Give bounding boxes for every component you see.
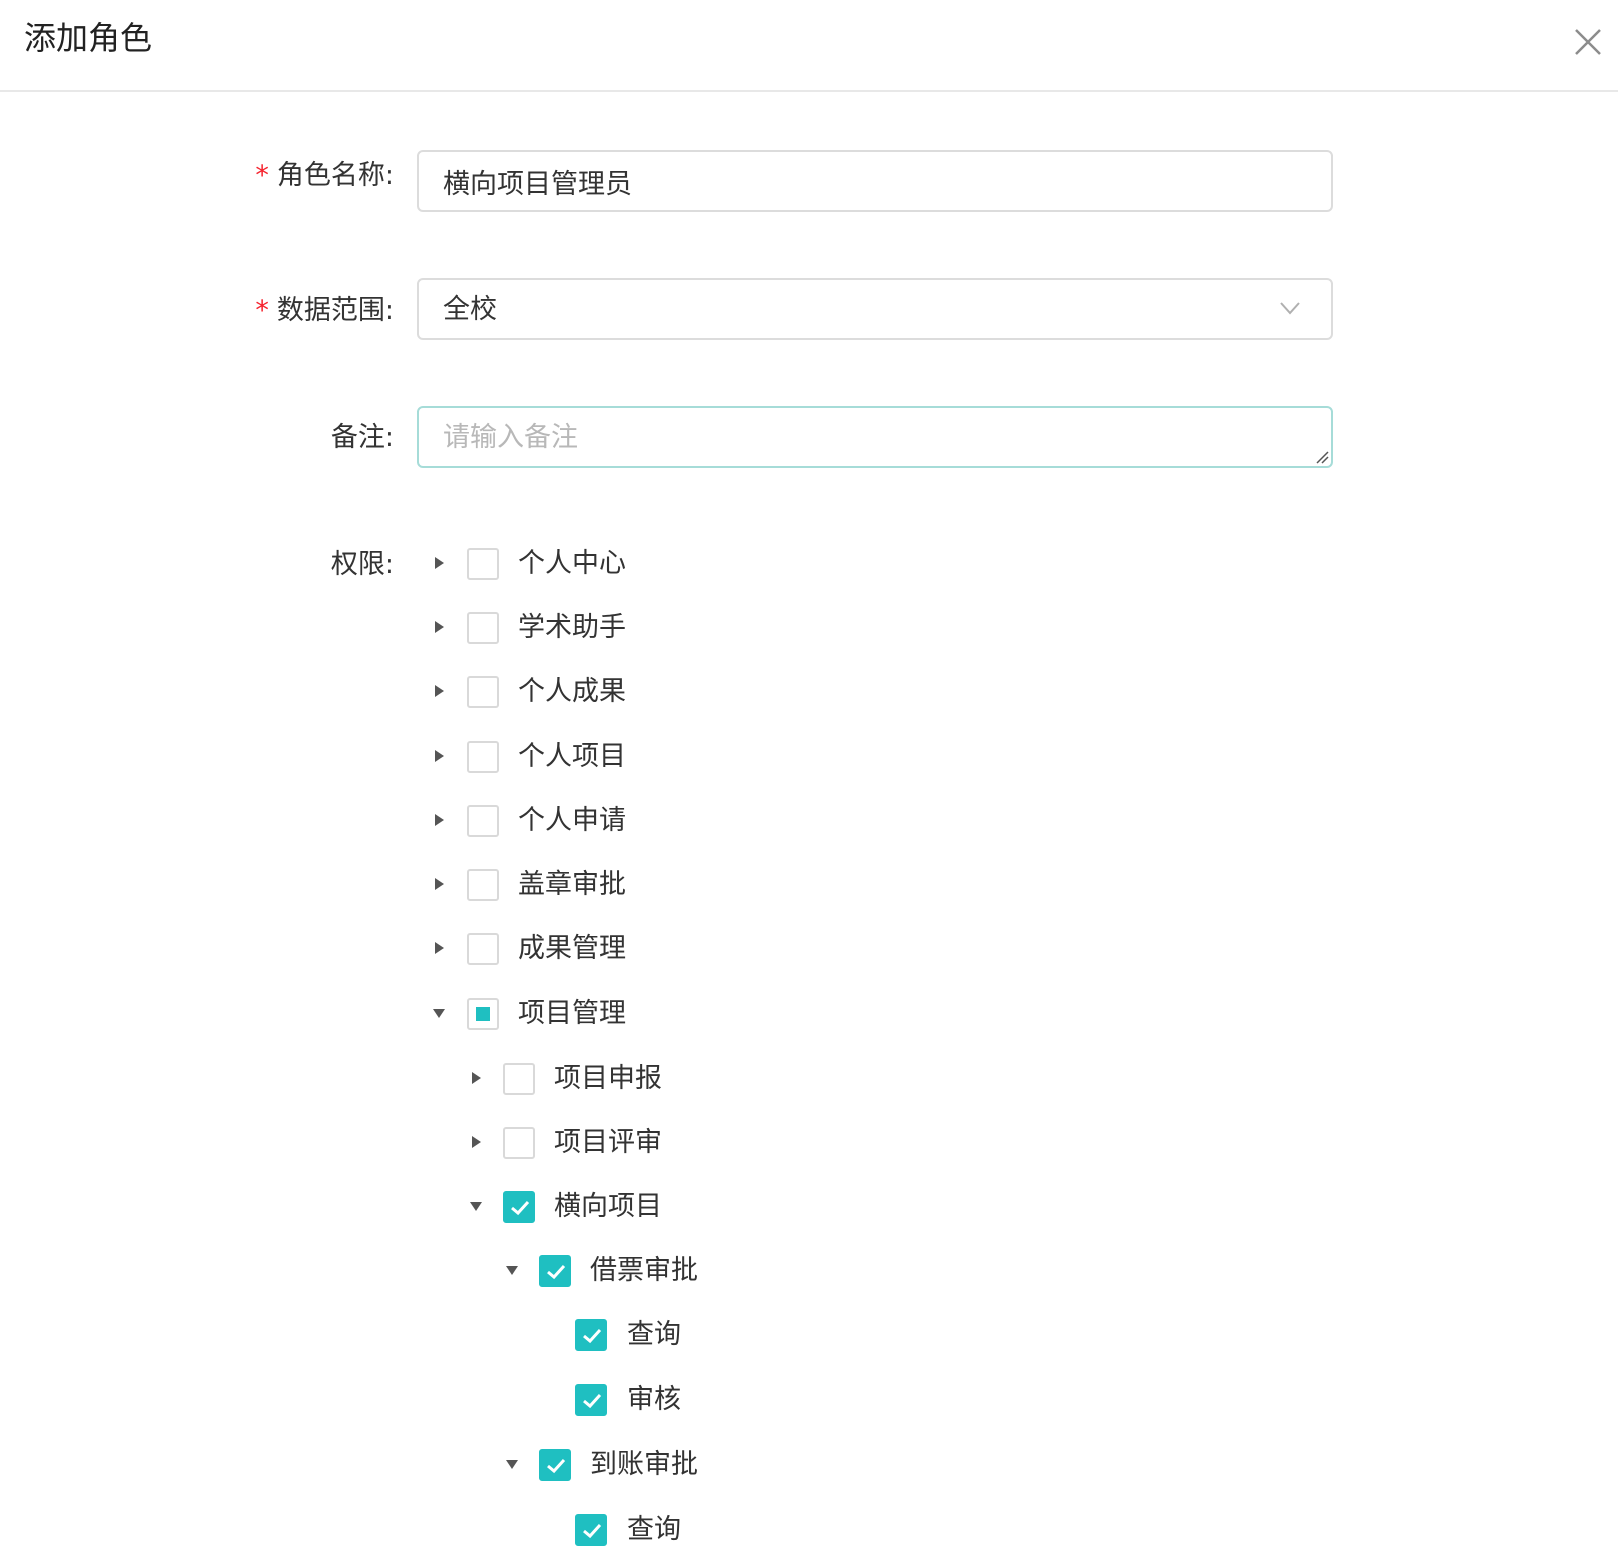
- tree-checkbox[interactable]: [467, 805, 499, 837]
- caret-down-icon[interactable]: [469, 1199, 483, 1213]
- role-name-label-text: 角色名称:: [276, 160, 394, 191]
- check-icon: [511, 1200, 530, 1216]
- tree-label: 个人成果: [518, 676, 626, 707]
- caret-right-icon[interactable]: [432, 620, 446, 634]
- caret-right-icon[interactable]: [432, 556, 446, 570]
- caret-right-icon[interactable]: [469, 1071, 483, 1085]
- remark-label: 备注:: [330, 422, 394, 453]
- tree-checkbox-checked[interactable]: [539, 1449, 571, 1481]
- check-icon: [583, 1523, 602, 1539]
- tree-label: 到账审批: [590, 1449, 698, 1480]
- caret-down-icon[interactable]: [505, 1457, 519, 1471]
- role-name-input[interactable]: [419, 152, 1331, 210]
- tree-checkbox-checked[interactable]: [575, 1319, 607, 1351]
- tree-checkbox[interactable]: [467, 548, 499, 580]
- tree-label: 查询: [627, 1319, 681, 1350]
- required-mark: *: [255, 295, 269, 326]
- check-icon: [547, 1264, 566, 1280]
- check-icon: [547, 1458, 566, 1474]
- data-scope-select[interactable]: 全校: [417, 278, 1333, 340]
- tree-label: 项目管理: [518, 998, 626, 1029]
- tree-label: 盖章审批: [518, 869, 626, 900]
- tree-label: 个人中心: [518, 548, 626, 579]
- data-scope-label-text: 数据范围:: [276, 295, 394, 326]
- caret-down-icon[interactable]: [432, 1006, 446, 1020]
- caret-down-icon[interactable]: [505, 1263, 519, 1277]
- tree-label: 个人项目: [518, 741, 626, 772]
- caret-right-icon[interactable]: [432, 877, 446, 891]
- role-name-label: * 角色名称:: [14, 158, 394, 194]
- check-icon: [583, 1328, 602, 1344]
- tree-label: 审核: [627, 1384, 681, 1415]
- data-scope-label: * 数据范围:: [14, 293, 394, 329]
- remark-textarea[interactable]: [419, 408, 1331, 466]
- tree-label: 项目评审: [554, 1127, 662, 1158]
- check-icon: [583, 1393, 602, 1409]
- tree-label: 借票审批: [590, 1255, 698, 1286]
- add-role-dialog: 添加角色 *角色名称: *数据范围: 全校 备注: 权限:: [0, 0, 1618, 1564]
- tree-checkbox[interactable]: [467, 869, 499, 901]
- close-icon[interactable]: [1568, 22, 1608, 62]
- caret-right-icon[interactable]: [469, 1135, 483, 1149]
- dialog-header: 添加角色: [0, 0, 1618, 92]
- dialog-title: 添加角色: [24, 19, 153, 57]
- tree-checkbox[interactable]: [503, 1063, 535, 1095]
- tree-checkbox-checked[interactable]: [539, 1255, 571, 1287]
- tree-checkbox-checked[interactable]: [503, 1191, 535, 1223]
- tree-checkbox[interactable]: [467, 612, 499, 644]
- tree-checkbox[interactable]: [467, 676, 499, 708]
- tree-checkbox[interactable]: [503, 1127, 535, 1159]
- caret-right-icon[interactable]: [432, 941, 446, 955]
- chevron-down-icon: [1280, 302, 1300, 315]
- permissions-label: 权限:: [330, 549, 394, 580]
- tree-label: 个人申请: [518, 805, 626, 836]
- tree-label: 成果管理: [518, 933, 626, 964]
- tree-checkbox-indeterminate[interactable]: [467, 998, 499, 1030]
- caret-right-icon[interactable]: [432, 749, 446, 763]
- tree-label: 项目申报: [554, 1063, 662, 1094]
- tree-checkbox-checked[interactable]: [575, 1384, 607, 1416]
- tree-checkbox[interactable]: [467, 741, 499, 773]
- tree-label: 查询: [627, 1514, 681, 1545]
- tree-checkbox[interactable]: [467, 933, 499, 965]
- resize-handle-icon[interactable]: [1315, 450, 1329, 464]
- remark-field[interactable]: [417, 406, 1333, 468]
- caret-right-icon[interactable]: [432, 813, 446, 827]
- role-name-field[interactable]: [417, 150, 1333, 212]
- tree-label: 学术助手: [518, 612, 626, 643]
- caret-right-icon[interactable]: [432, 684, 446, 698]
- data-scope-value: 全校: [443, 294, 497, 325]
- tree-label: 横向项目: [554, 1191, 662, 1222]
- required-mark: *: [255, 160, 269, 191]
- tree-checkbox-checked[interactable]: [575, 1514, 607, 1546]
